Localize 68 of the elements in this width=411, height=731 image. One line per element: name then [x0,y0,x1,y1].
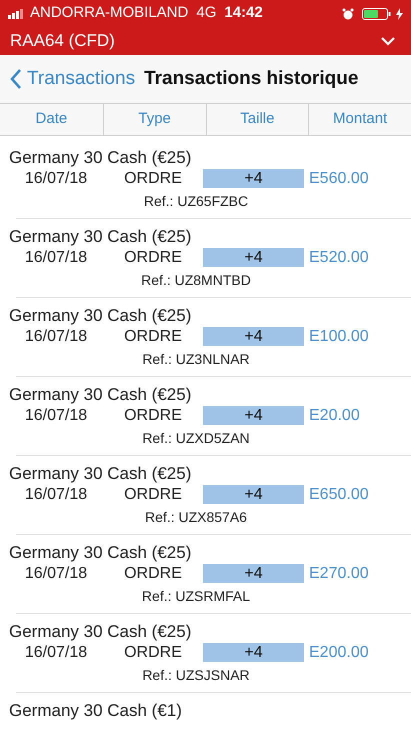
size-badge: +4 [203,485,304,504]
column-header[interactable]: Date [36,108,68,131]
trade-date: 16/07/18 [24,484,88,504]
charging-icon [396,8,403,20]
alarm-icon [342,8,354,20]
instrument-name: Germany 30 Cash (€25) [9,543,192,563]
amount-value: E200.00 [309,642,369,662]
reference-text: Ref.: UZSRMFAL [142,587,250,606]
trade-date: 16/07/18 [24,642,88,662]
transaction-row[interactable]: Germany 30 Cash (€25) 16/07/18 ORDRE +4 E650.00 Ref.: UZX857A6 [0,456,411,534]
reference-text: Ref.: UZ65FZBC [144,192,248,211]
column-header[interactable]: Taille [240,108,274,131]
clock-time: 14:42 [224,3,263,24]
reference-text: Ref.: UZX857A6 [145,508,247,527]
trade-type: ORDRE [123,484,183,504]
amount-value: E560.00 [309,168,369,188]
transaction-row[interactable]: Germany 30 Cash (€1) [0,693,411,727]
size-badge: +4 [203,643,304,662]
trade-type: ORDRE [123,406,183,426]
column-header[interactable]: Montant [333,108,388,131]
transaction-row[interactable]: Germany 30 Cash (€25) 16/07/18 ORDRE +4 E560.00 Ref.: UZ65FZBC [0,140,411,218]
trade-date: 16/07/18 [24,248,88,268]
amount-value: E270.00 [309,564,369,584]
trade-date: 16/07/18 [24,326,88,346]
carrier-name: ANDORRA-MOBILAND [30,3,188,24]
account-title: RAA64 (CFD) [10,30,116,52]
size-badge: +4 [203,564,304,583]
chevron-down-icon[interactable] [380,36,396,46]
amount-value: E650.00 [309,484,369,504]
reference-text: Ref.: UZ3NLNAR [142,350,250,369]
size-badge: +4 [203,169,304,188]
trade-type: ORDRE [123,248,183,268]
instrument-name: Germany 30 Cash (€25) [9,306,192,326]
trade-type: ORDRE [123,642,183,662]
size-badge: +4 [203,248,304,267]
column-header[interactable]: Type [138,108,171,131]
amount-value: E100.00 [309,326,369,346]
instrument-name: Germany 30 Cash (€25) [9,148,192,168]
instrument-name: Germany 30 Cash (€25) [9,227,192,247]
instrument-name: Germany 30 Cash (€25) [9,464,192,484]
instrument-name: Germany 30 Cash (€25) [9,385,192,405]
amount-value: E20.00 [309,406,360,426]
account-bar[interactable]: RAA64 (CFD) [0,27,411,55]
back-chevron-icon [10,68,22,90]
page-title: Transactions historique [144,66,358,91]
signal-icon [8,8,26,18]
back-button[interactable]: Transactions [10,64,136,94]
instrument-name: Germany 30 Cash (€25) [9,622,192,642]
transaction-row[interactable]: Germany 30 Cash (€25) 16/07/18 ORDRE +4 E520.00 Ref.: UZ8MNTBD [0,219,411,297]
size-badge: +4 [203,327,304,346]
trade-date: 16/07/18 [24,168,88,188]
amount-value: E520.00 [309,248,369,268]
transaction-row[interactable]: Germany 30 Cash (€25) 16/07/18 ORDRE +4 E20.00 Ref.: UZXD5ZAN [0,377,411,455]
reference-text: Ref.: UZXD5ZAN [142,429,250,448]
trade-type: ORDRE [123,168,183,188]
trade-date: 16/07/18 [24,406,88,426]
trade-type: ORDRE [123,564,183,584]
size-badge: +4 [203,406,304,425]
reference-text: Ref.: UZ8MNTBD [141,271,251,290]
transaction-row[interactable]: Germany 30 Cash (€25) 16/07/18 ORDRE +4 E270.00 Ref.: UZSRMFAL [0,535,411,613]
network-type: 4G [196,3,216,24]
reference-text: Ref.: UZSJSNAR [142,666,250,685]
instrument-name: Germany 30 Cash (€1) [9,701,183,721]
trade-type: ORDRE [123,326,183,346]
transaction-row[interactable]: Germany 30 Cash (€25) 16/07/18 ORDRE +4 E100.00 Ref.: UZ3NLNAR [0,298,411,376]
transaction-row[interactable]: Germany 30 Cash (€25) 16/07/18 ORDRE +4 E200.00 Ref.: UZSJSNAR [0,614,411,692]
battery-icon [362,8,392,20]
trade-date: 16/07/18 [24,564,88,584]
